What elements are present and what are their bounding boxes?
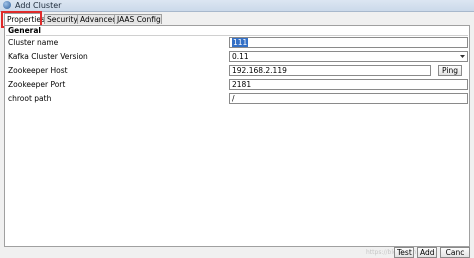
group-divider [6, 35, 468, 36]
zookeeper-port-field[interactable]: 2181 [229, 79, 468, 90]
chroot-path-field[interactable]: / [229, 93, 468, 104]
title-bar: Add Cluster [0, 0, 474, 12]
app-icon [3, 1, 11, 9]
cluster-name-value: 111 [232, 38, 249, 47]
tab-advanced[interactable]: Advanced [77, 14, 117, 24]
tab-jaas-config[interactable]: JAAS Config [114, 14, 162, 24]
test-button[interactable]: Test [394, 247, 414, 258]
chroot-path-label: chroot path [8, 94, 52, 103]
zookeeper-port-value: 2181 [232, 80, 252, 89]
cluster-name-label: Cluster name [8, 38, 59, 47]
chroot-path-value: / [232, 94, 235, 103]
zookeeper-host-label: Zookeeper Host [8, 66, 68, 75]
window-title: Add Cluster [15, 1, 62, 10]
properties-panel: General Cluster name 111 Kafka Cluster V… [4, 25, 470, 247]
add-button[interactable]: Add [417, 247, 437, 258]
cluster-name-field[interactable]: 111 [229, 37, 468, 48]
button-bar: https://blog.csdn.net/... Test Add Canc [0, 247, 474, 258]
zookeeper-port-label: Zookeeper Port [8, 80, 66, 89]
zookeeper-host-field[interactable]: 192.168.2.119 [229, 65, 431, 76]
kafka-version-value: 0.11 [232, 52, 249, 61]
chevron-down-icon[interactable] [459, 53, 466, 60]
ping-button[interactable]: Ping [438, 65, 462, 76]
kafka-version-select[interactable]: 0.11 [229, 51, 468, 62]
group-label-general: General [8, 26, 41, 35]
kafka-version-label: Kafka Cluster Version [8, 52, 88, 61]
tab-properties[interactable]: Properties [4, 13, 45, 25]
zookeeper-host-value: 192.168.2.119 [232, 66, 287, 75]
tab-security[interactable]: Security [44, 14, 78, 24]
cancel-button[interactable]: Canc [440, 247, 470, 258]
